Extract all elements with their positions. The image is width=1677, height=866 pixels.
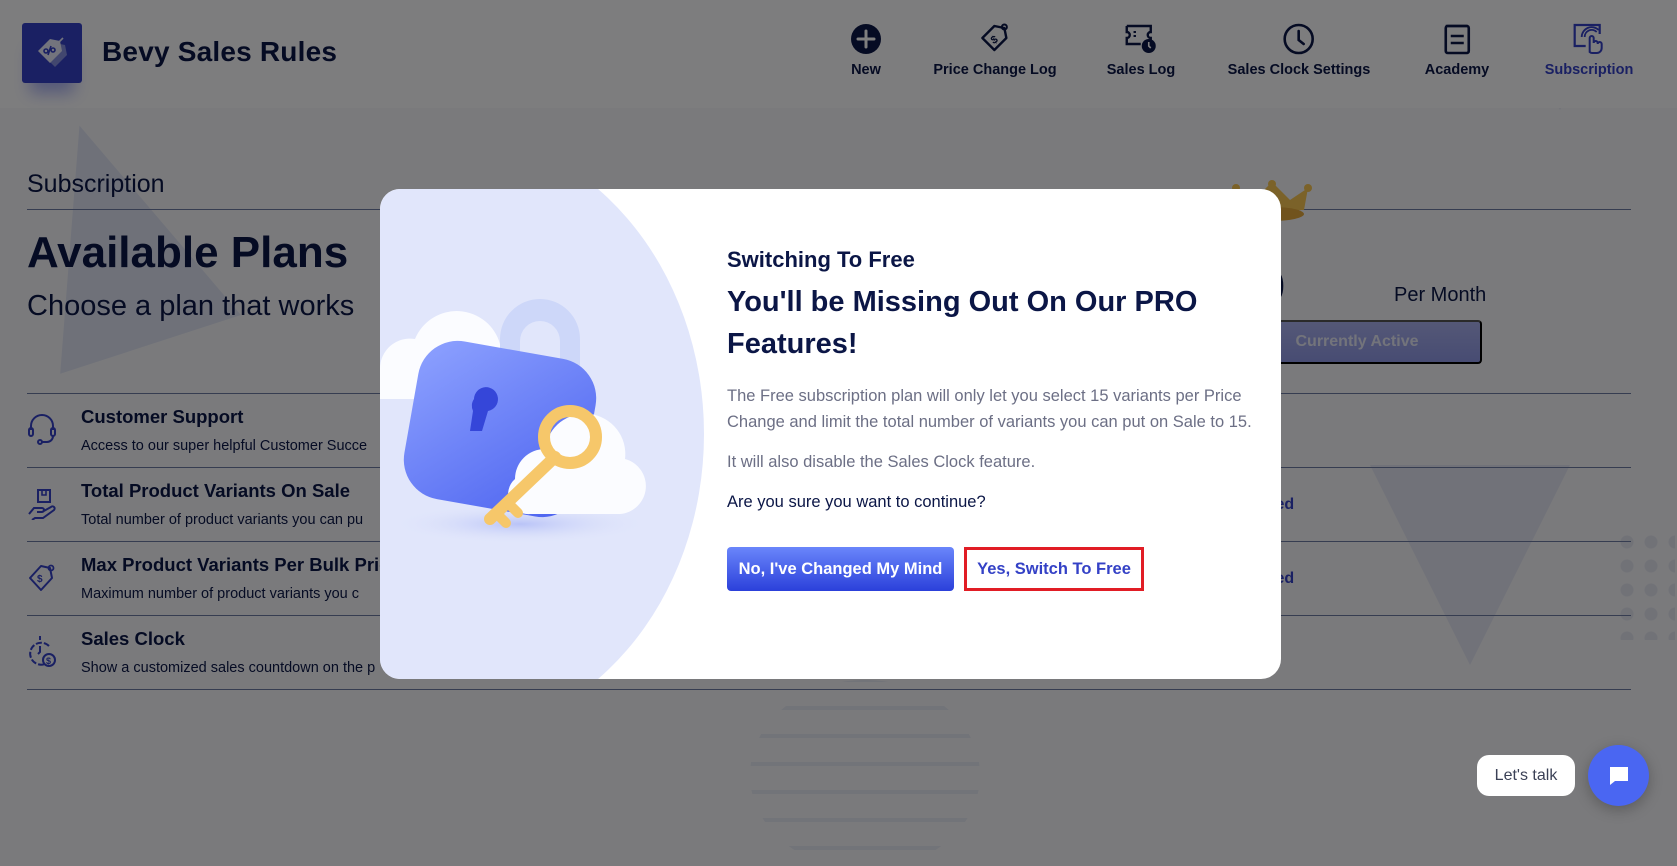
lock-and-key-illustration <box>380 299 650 544</box>
modal-title: You'll be Missing Out On Our PRO Feature… <box>727 286 1198 360</box>
cancel-button[interactable]: No, I've Changed My Mind <box>727 547 954 591</box>
chat-launcher-button[interactable] <box>1588 745 1649 806</box>
chat-bubble-icon <box>1609 766 1628 785</box>
modal-kicker: Switching To Free <box>727 247 915 272</box>
modal-paragraph: It will also disable the Sales Clock fea… <box>727 453 1036 471</box>
modal-body: Switching To Free You'll be Missing Out … <box>727 247 1257 591</box>
modal-paragraph: The Free subscription plan will only let… <box>727 387 1252 431</box>
switch-to-free-modal: Switching To Free You'll be Missing Out … <box>380 189 1281 679</box>
modal-actions: No, I've Changed My Mind Yes, Switch To … <box>727 547 1257 591</box>
confirm-switch-button[interactable]: Yes, Switch To Free <box>964 547 1144 591</box>
modal-question: Are you sure you want to continue? <box>727 493 986 511</box>
chat-prompt-label[interactable]: Let's talk <box>1477 755 1575 796</box>
